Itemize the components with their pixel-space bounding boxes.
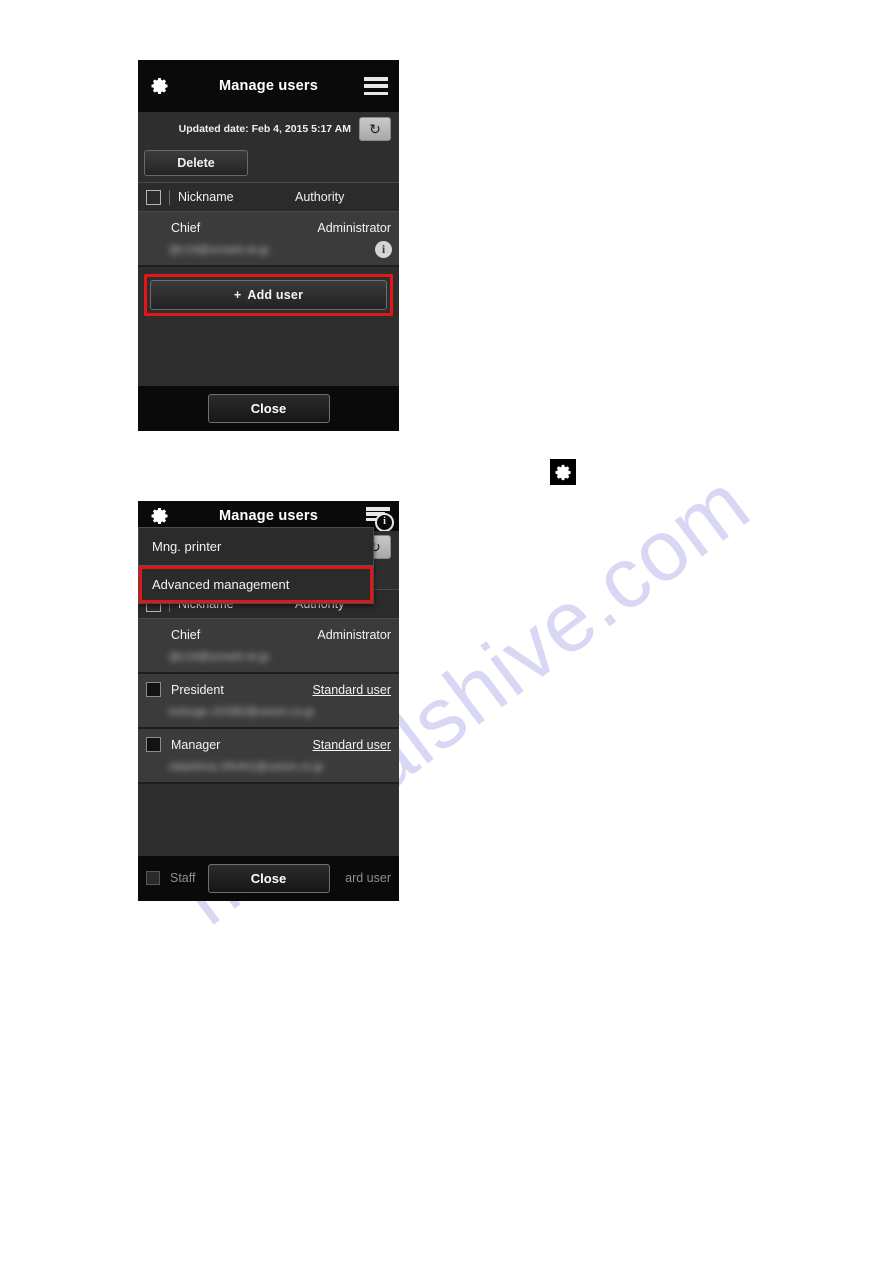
user-row-top: President Standard user <box>146 682 391 697</box>
row-checkbox[interactable] <box>146 682 161 697</box>
add-user-highlight: + Add user <box>144 274 393 316</box>
user-authority[interactable]: Standard user <box>312 738 391 752</box>
table-row[interactable]: President Standard user kotsuge.J10382@c… <box>138 674 399 729</box>
plus-icon: + <box>233 288 242 302</box>
close-button[interactable]: Close <box>207 864 330 893</box>
hamburger-menu-info-icon[interactable]: i <box>364 504 394 532</box>
user-email: @c19@screett.ne.jp <box>169 244 269 256</box>
user-nickname: President <box>171 682 224 697</box>
user-row-top: Chief Administrator <box>146 627 391 642</box>
column-header-nickname: Nickname <box>178 190 234 204</box>
panel1-header: Manage users <box>138 60 399 112</box>
updated-date: Updated date: Feb 4, 2015 5:17 AM <box>178 123 351 135</box>
user-authority: Administrator <box>317 220 391 235</box>
page-title: Manage users <box>218 508 319 524</box>
info-icon[interactable]: i <box>375 241 392 258</box>
hamburger-menu-icon[interactable] <box>362 74 390 98</box>
user-email: kotsuge.J10382@canon.co.jp <box>169 706 315 718</box>
add-user-label: Add user <box>247 288 304 302</box>
column-header-authority: Authority <box>295 190 345 204</box>
close-button[interactable]: Close <box>207 394 330 423</box>
menu-item-advanced-management[interactable]: Advanced management <box>139 566 373 603</box>
info-icon[interactable]: i <box>375 513 394 532</box>
user-nickname: Chief <box>171 627 201 642</box>
delete-row: Delete <box>138 146 399 182</box>
table-row[interactable]: Chief Administrator @c19@screett.ne.jp i <box>138 212 399 267</box>
user-email: odashima.J0h401@canon.co.jp <box>169 761 324 773</box>
add-user-button[interactable]: + Add user <box>150 280 387 310</box>
delete-button[interactable]: Delete <box>144 150 248 176</box>
user-nickname: Staff <box>170 871 196 885</box>
panel1-body: Updated date: Feb 4, 2015 5:17 AM ↻ Dele… <box>138 112 399 386</box>
settings-dropdown-menu: Mng. printer Advanced management <box>138 527 374 604</box>
column-divider <box>169 189 170 205</box>
user-authority[interactable]: Standard user <box>312 683 391 697</box>
gear-icon <box>550 459 576 485</box>
row-checkbox <box>146 871 160 885</box>
row-checkbox[interactable] <box>146 737 161 752</box>
hamburger-lines <box>364 77 388 95</box>
refresh-button[interactable]: ↻ <box>359 117 391 141</box>
gear-icon[interactable] <box>149 505 171 527</box>
select-all-checkbox[interactable] <box>146 189 161 205</box>
user-nickname: Chief <box>171 220 201 235</box>
user-email: @c19@screett.ne.jp <box>169 651 269 663</box>
panel2-body: ↻ Nickname Authority Chief Administrator… <box>138 527 399 856</box>
updated-row: Updated date: Feb 4, 2015 5:17 AM ↻ <box>138 112 399 146</box>
page-title: Manage users <box>218 78 319 94</box>
user-row-top: Manager Standard user <box>146 737 391 752</box>
panel1-footer: Close <box>138 386 399 431</box>
user-list-header: Nickname Authority <box>138 182 399 212</box>
manage-users-dialog-1: Manage users Updated date: Feb 4, 2015 5… <box>138 60 399 431</box>
panel2-footer: Staff ard user Close <box>138 856 399 901</box>
table-row[interactable]: Chief Administrator @c19@screett.ne.jp <box>138 619 399 674</box>
user-row-top: Chief Administrator <box>146 220 391 235</box>
table-row[interactable]: Manager Standard user odashima.J0h401@ca… <box>138 729 399 784</box>
manage-users-dialog-2: Manage users i ↻ Nickname Authority Chie… <box>138 501 399 901</box>
gear-icon[interactable] <box>149 75 171 97</box>
user-nickname: Manager <box>171 737 221 752</box>
user-authority: Administrator <box>317 627 391 642</box>
user-authority: ard user <box>345 871 391 885</box>
menu-item-mng-printer[interactable]: Mng. printer <box>139 528 373 566</box>
